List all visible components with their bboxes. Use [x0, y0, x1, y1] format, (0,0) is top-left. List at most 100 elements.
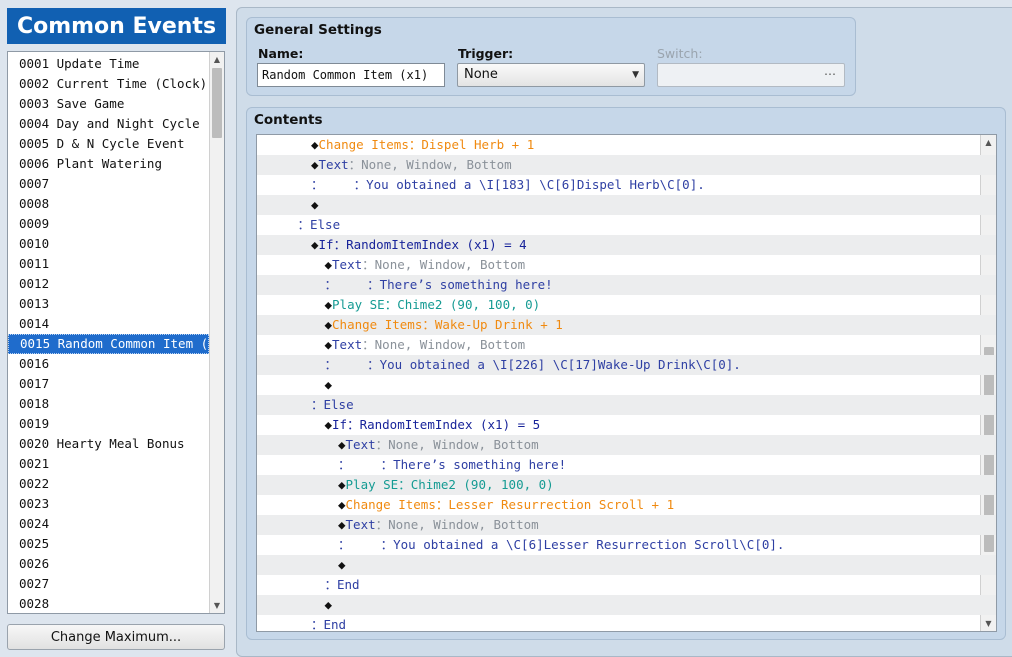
- command-diamond-icon: ◆: [324, 337, 333, 352]
- command-line[interactable]: ◆: [257, 375, 996, 395]
- command-text: Play SE：Chime2 (90, 100, 0): [345, 477, 554, 492]
- list-item[interactable]: 0027: [8, 574, 209, 594]
- command-text: ：Else: [311, 397, 354, 412]
- command-line[interactable]: ： ：There’s something here!: [257, 455, 996, 475]
- command-diamond-icon: ◆: [324, 597, 333, 612]
- command-text: ：End: [311, 617, 347, 632]
- list-item[interactable]: 0013: [8, 294, 209, 314]
- list-item[interactable]: 0017: [8, 374, 209, 394]
- command-line[interactable]: ：Else: [257, 215, 996, 235]
- command-text: ： ：You obtained a \C[6]Lesser Resurrecti…: [338, 537, 785, 552]
- command-diamond-icon: ◆: [324, 377, 333, 392]
- command-diamond-icon: ◆: [338, 477, 346, 492]
- command-line[interactable]: ： ：There’s something here!: [257, 275, 996, 295]
- command-line[interactable]: ： ：You obtained a \I[183] \C[6]Dispel He…: [257, 175, 996, 195]
- command-line[interactable]: ◆Text：None, Window, Bottom: [257, 435, 996, 455]
- command-text: Change Items：Lesser Resurrection Scroll …: [345, 497, 675, 512]
- list-item[interactable]: 0014: [8, 314, 209, 334]
- list-item[interactable]: 0025: [8, 534, 209, 554]
- command-diamond-icon: ◆: [324, 297, 333, 312]
- general-settings-title: General Settings: [254, 22, 382, 38]
- list-scrollbar[interactable]: ▲ ▼: [209, 52, 224, 613]
- event-commands-list[interactable]: ▲ ▼ ◆Change Items：Dispel Herb + 1 ◆Text：N…: [256, 134, 997, 632]
- list-item[interactable]: 0022: [8, 474, 209, 494]
- command-text: Change Items：Dispel Herb + 1: [318, 137, 535, 152]
- switch-browse-button: ⋯: [824, 67, 836, 81]
- trigger-label: Trigger:: [458, 46, 514, 61]
- command-text: ：Else: [297, 217, 341, 232]
- list-item[interactable]: 0020 Hearty Meal Bonus: [8, 434, 209, 454]
- change-maximum-button[interactable]: Change Maximum...: [7, 624, 225, 650]
- list-item[interactable]: 0007: [8, 174, 209, 194]
- command-line[interactable]: ： ：You obtained a \C[6]Lesser Resurrecti…: [257, 535, 996, 555]
- command-line[interactable]: ：Else: [257, 395, 996, 415]
- list-item[interactable]: 0018: [8, 394, 209, 414]
- trigger-select[interactable]: None ▼: [457, 63, 645, 87]
- command-text: If：RandomItemIndex (x1) = 4: [318, 237, 527, 252]
- command-diamond-icon: ◆: [324, 417, 333, 432]
- list-item[interactable]: 0009: [8, 214, 209, 234]
- scroll-down-icon[interactable]: ▼: [210, 598, 224, 613]
- command-text: Text: [332, 337, 363, 352]
- list-item[interactable]: 0008: [8, 194, 209, 214]
- list-item[interactable]: 0003 Save Game: [8, 94, 209, 114]
- command-line[interactable]: ◆Change Items：Wake-Up Drink + 1: [257, 315, 996, 335]
- command-text: ：None, Window, Bottom: [348, 157, 512, 172]
- trigger-value: None: [464, 67, 498, 82]
- list-item[interactable]: 0012: [8, 274, 209, 294]
- command-line[interactable]: ◆: [257, 195, 996, 215]
- list-item[interactable]: 0023: [8, 494, 209, 514]
- command-line[interactable]: ： ：You obtained a \I[226] \C[17]Wake-Up …: [257, 355, 996, 375]
- switch-label: Switch:: [657, 46, 703, 61]
- contents-title: Contents: [254, 112, 323, 128]
- command-diamond-icon: ◆: [311, 137, 319, 152]
- command-diamond-icon: ◆: [311, 237, 319, 252]
- name-input[interactable]: Random Common Item (x1): [257, 63, 445, 87]
- chevron-down-icon: ▼: [632, 70, 639, 80]
- command-line[interactable]: ◆Text：None, Window, Bottom: [257, 335, 996, 355]
- list-item[interactable]: 0026: [8, 554, 209, 574]
- list-item[interactable]: 0004 Day and Night Cycle: [8, 114, 209, 134]
- command-line[interactable]: ◆Play SE：Chime2 (90, 100, 0): [257, 295, 996, 315]
- command-line[interactable]: ◆Play SE：Chime2 (90, 100, 0): [257, 475, 996, 495]
- command-line[interactable]: ◆Change Items：Dispel Herb + 1: [257, 135, 996, 155]
- list-item[interactable]: 0010: [8, 234, 209, 254]
- list-item[interactable]: 0015 Random Common Item (⋯: [8, 334, 209, 354]
- command-line[interactable]: ：End: [257, 615, 996, 632]
- command-diamond-icon: ◆: [324, 257, 333, 272]
- list-item[interactable]: 0002 Current Time (Clock): [8, 74, 209, 94]
- command-line[interactable]: ：End: [257, 575, 996, 595]
- command-line[interactable]: ◆Text：None, Window, Bottom: [257, 515, 996, 535]
- command-text: ： ：There’s something here!: [338, 457, 567, 472]
- scroll-up-icon[interactable]: ▲: [210, 52, 224, 67]
- command-diamond-icon: ◆: [338, 557, 346, 572]
- list-item[interactable]: 0006 Plant Watering: [8, 154, 209, 174]
- common-events-list[interactable]: ▲ ▼ 0001 Update Time 0002 Current Time (C…: [7, 51, 225, 614]
- command-diamond-icon: ◆: [311, 197, 319, 212]
- switch-field: ⋯: [657, 63, 845, 87]
- command-line[interactable]: ◆: [257, 555, 996, 575]
- command-line[interactable]: ◆: [257, 595, 996, 615]
- list-item[interactable]: 0005 D & N Cycle Event: [8, 134, 209, 154]
- list-item[interactable]: 0016: [8, 354, 209, 374]
- command-text: ：None, Window, Bottom: [362, 337, 526, 352]
- command-line[interactable]: ◆Text：None, Window, Bottom: [257, 155, 996, 175]
- command-line[interactable]: ◆Change Items：Lesser Resurrection Scroll…: [257, 495, 996, 515]
- list-item[interactable]: 0028: [8, 594, 209, 613]
- command-text: ：None, Window, Bottom: [375, 437, 539, 452]
- list-item[interactable]: 0011: [8, 254, 209, 274]
- command-text: ： ：You obtained a \I[226] \C[17]Wake-Up …: [324, 357, 741, 372]
- scroll-thumb[interactable]: [212, 68, 222, 138]
- command-text: Text: [345, 437, 376, 452]
- command-text: Play SE：Chime2 (90, 100, 0): [332, 297, 541, 312]
- list-item[interactable]: 0024: [8, 514, 209, 534]
- command-text: Change Items：Wake-Up Drink + 1: [332, 317, 563, 332]
- command-line[interactable]: ◆If：RandomItemIndex (x1) = 5: [257, 415, 996, 435]
- common-events-panel: Common Events ▲ ▼ 0001 Update Time 0002 C…: [0, 0, 232, 650]
- command-line[interactable]: ◆If：RandomItemIndex (x1) = 4: [257, 235, 996, 255]
- command-line[interactable]: ◆Text：None, Window, Bottom: [257, 255, 996, 275]
- list-item[interactable]: 0021: [8, 454, 209, 474]
- list-item[interactable]: 0019: [8, 414, 209, 434]
- command-text: ：End: [324, 577, 360, 592]
- list-item[interactable]: 0001 Update Time: [8, 54, 209, 74]
